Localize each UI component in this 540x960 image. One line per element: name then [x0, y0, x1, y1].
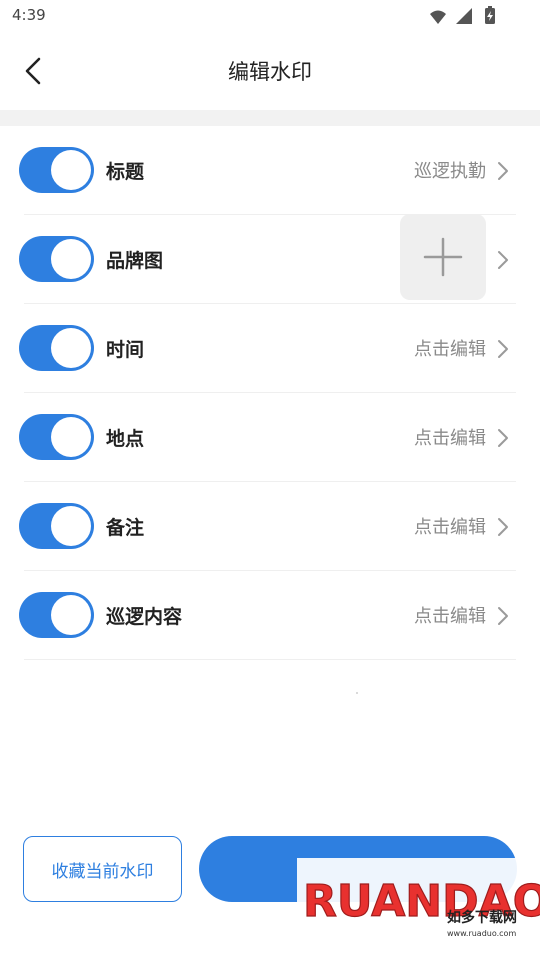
chevron-right-icon[interactable]: [496, 338, 510, 360]
page-title: 编辑水印: [228, 60, 312, 84]
time-toggle[interactable]: [19, 325, 94, 371]
site-watermark-logo: RUANDAO 如多下载网 www.ruaduo.com: [297, 858, 540, 946]
battery-charging-icon: [485, 6, 495, 24]
toggle-knob: [51, 506, 91, 546]
title-value[interactable]: 巡逻执勤: [414, 157, 486, 183]
toggle-knob: [51, 328, 91, 368]
row-label: 品牌图: [106, 250, 164, 272]
setting-row-time: 时间 点击编辑: [0, 304, 540, 393]
chevron-right-icon[interactable]: [496, 249, 510, 271]
brand-image-toggle[interactable]: [19, 236, 94, 282]
location-value[interactable]: 点击编辑: [414, 424, 486, 450]
logo-url: www.ruaduo.com: [447, 929, 516, 938]
row-label: 标题: [106, 161, 145, 183]
wifi-icon: [430, 10, 446, 24]
patrol-content-value[interactable]: 点击编辑: [414, 602, 486, 628]
title-toggle[interactable]: [19, 147, 94, 193]
chevron-right-icon[interactable]: [496, 605, 510, 627]
plus-icon: [423, 237, 463, 277]
location-toggle[interactable]: [19, 414, 94, 460]
row-label: 地点: [106, 428, 145, 450]
setting-row-remark: 备注 点击编辑: [0, 482, 540, 571]
toggle-knob: [51, 417, 91, 457]
row-label: 备注: [106, 517, 145, 539]
status-bar: 4:39: [0, 0, 540, 32]
row-divider: [24, 659, 516, 660]
setting-row-location: 地点 点击编辑: [0, 393, 540, 482]
toggle-knob: [51, 595, 91, 635]
time-value[interactable]: 点击编辑: [414, 335, 486, 361]
status-icons: [430, 6, 495, 24]
chevron-right-icon[interactable]: [496, 160, 510, 182]
favorite-watermark-button[interactable]: 收藏当前水印: [23, 836, 182, 902]
patrol-content-toggle[interactable]: [19, 592, 94, 638]
chevron-right-icon[interactable]: [496, 516, 510, 538]
app-header: 编辑水印: [0, 32, 540, 110]
toggle-knob: [51, 150, 91, 190]
row-label: 巡逻内容: [106, 606, 183, 628]
remark-value[interactable]: 点击编辑: [414, 513, 486, 539]
chevron-right-icon[interactable]: [496, 427, 510, 449]
signal-icon: [456, 8, 472, 24]
logo-cn-name: 如多下载网: [447, 909, 517, 926]
toggle-knob: [51, 239, 91, 279]
remark-toggle[interactable]: [19, 503, 94, 549]
settings-list: 标题 巡逻执勤 品牌图 时间 点击编辑 地点 点击编辑 备注 点击编辑 巡逻内容…: [0, 126, 540, 660]
row-label: 时间: [106, 339, 145, 361]
header-divider: [0, 110, 540, 126]
decorative-dot: [356, 692, 358, 694]
status-time: 4:39: [12, 6, 46, 24]
setting-row-title: 标题 巡逻执勤: [0, 126, 540, 215]
setting-row-patrol-content: 巡逻内容 点击编辑: [0, 571, 540, 660]
brand-image-add-button[interactable]: [400, 214, 486, 300]
